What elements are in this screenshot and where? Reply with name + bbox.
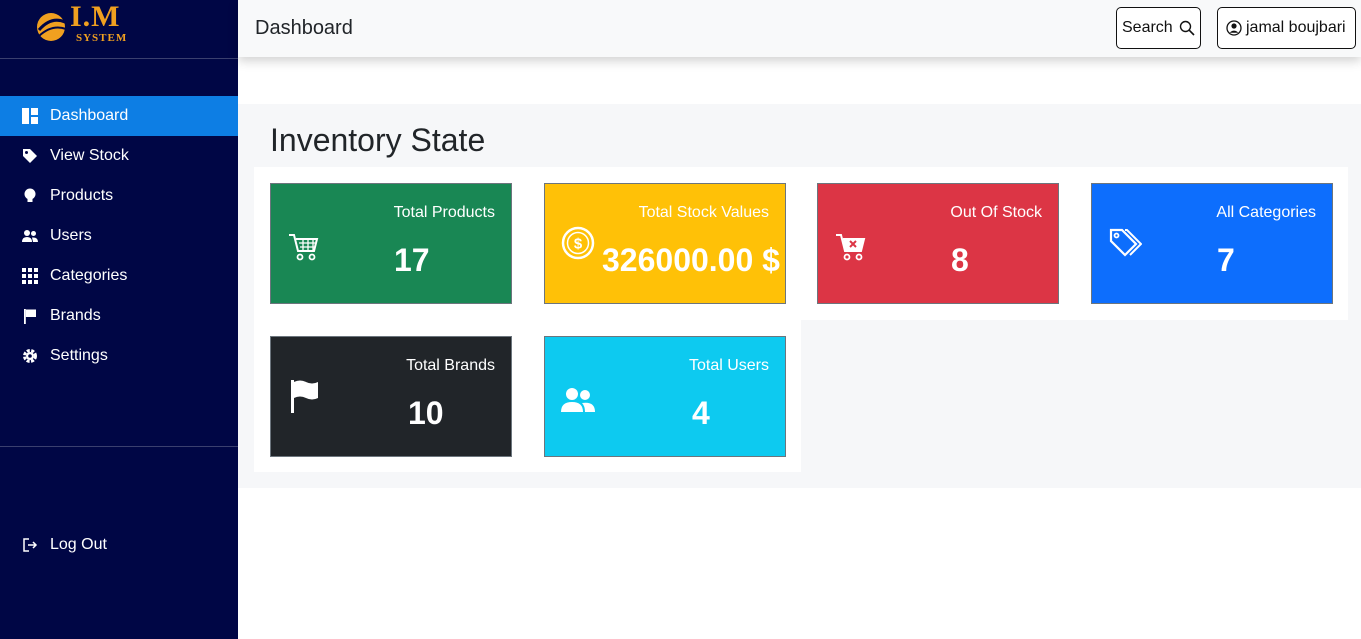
users-icon: [561, 383, 595, 417]
stat-value: 4: [692, 395, 710, 431]
sidebar-divider: [0, 446, 238, 447]
sidebar-item-label: Products: [50, 187, 114, 204]
search-button[interactable]: Search: [1116, 7, 1201, 49]
section-title: Inventory State: [270, 122, 486, 158]
user-menu-button[interactable]: jamal boujbari: [1217, 7, 1356, 49]
gear-icon: [22, 348, 38, 364]
sidebar-item-label: Dashboard: [50, 107, 129, 124]
logo-subtext: SYSTEM: [76, 32, 128, 44]
stat-value: 326000.00 $: [602, 242, 780, 278]
stat-card-total-brands[interactable]: Total Brands 10: [270, 336, 512, 457]
stat-value: 17: [394, 242, 430, 278]
logout-icon: [22, 537, 38, 553]
svg-text:$: $: [574, 236, 583, 253]
user-avatar-icon: [1226, 20, 1242, 36]
top-header: Dashboard Search jamal boujbari: [238, 0, 1361, 57]
flag-icon: [22, 308, 38, 324]
stat-label: Total Stock Values: [638, 204, 769, 221]
logout-section: Log Out: [0, 525, 238, 565]
stat-label: Total Users: [688, 357, 769, 374]
users-icon: [22, 228, 38, 244]
stat-value: 7: [1217, 242, 1235, 278]
stat-label: Total Brands: [406, 357, 495, 374]
sidebar-item-label: Categories: [50, 267, 128, 284]
stat-card-total-stock-values[interactable]: $ Total Stock Values 326000.00 $: [544, 183, 786, 304]
search-icon: [1179, 20, 1195, 36]
logout-button[interactable]: Log Out: [0, 525, 238, 565]
sidebar-item-label: Brands: [50, 307, 101, 324]
stat-value: 10: [408, 395, 444, 431]
sidebar-item-settings[interactable]: Settings: [0, 336, 238, 376]
sidebar-item-label: Settings: [50, 347, 108, 364]
stat-label: All Categories: [1216, 204, 1316, 221]
cart-icon: [287, 230, 321, 264]
grid-icon: [22, 268, 38, 284]
lightbulb-icon: [22, 188, 38, 204]
logo-text: I.M: [70, 0, 121, 33]
page-title: Dashboard: [255, 17, 353, 39]
sidebar-item-brands[interactable]: Brands: [0, 296, 238, 336]
search-label: Search: [1122, 19, 1173, 36]
sidebar-item-categories[interactable]: Categories: [0, 256, 238, 296]
sidebar-item-dashboard[interactable]: Dashboard: [0, 96, 238, 136]
stat-label: Total Products: [393, 204, 495, 221]
sidebar: I.M SYSTEM Dashboard View Stock Products: [0, 0, 238, 639]
sidebar-item-view-stock[interactable]: View Stock: [0, 136, 238, 176]
stat-value: 8: [951, 242, 969, 278]
stat-card-all-categories[interactable]: All Categories 7: [1091, 183, 1333, 304]
tag-icon: [22, 148, 38, 164]
stat-card-total-users[interactable]: Total Users 4: [544, 336, 786, 457]
logout-label: Log Out: [50, 536, 107, 553]
sidebar-nav: Dashboard View Stock Products Users Cate…: [0, 96, 238, 376]
cart-x-icon: [834, 230, 868, 264]
stat-card-out-of-stock[interactable]: Out Of Stock 8: [817, 183, 1059, 304]
logo[interactable]: I.M SYSTEM: [0, 0, 238, 59]
dollar-coin-icon: $: [561, 226, 595, 260]
tags-icon: [1108, 226, 1142, 260]
sidebar-item-products[interactable]: Products: [0, 176, 238, 216]
sidebar-item-label: Users: [50, 227, 92, 244]
sidebar-item-label: View Stock: [50, 147, 129, 164]
sidebar-item-users[interactable]: Users: [0, 216, 238, 256]
logo-icon: [37, 13, 67, 41]
stat-card-total-products[interactable]: Total Products 17: [270, 183, 512, 304]
dashboard-icon: [22, 108, 38, 124]
stat-label: Out Of Stock: [950, 204, 1042, 221]
flag-icon: [287, 379, 321, 413]
user-name: jamal boujbari: [1246, 19, 1346, 36]
